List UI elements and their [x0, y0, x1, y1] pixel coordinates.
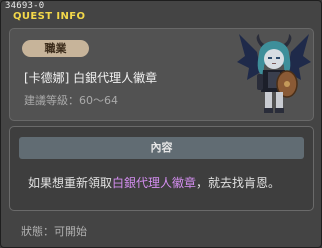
quest-content-panel: 內容 如果想重新領取白銀代理人徽章，就去找肯恩。: [9, 126, 314, 211]
quest-info-window: 34693-0 QUEST INFO 職業 [卡德娜] 白銀代理人徽章 建議等級…: [0, 0, 322, 248]
quest-id: 34693-0: [5, 1, 45, 11]
recommended-level: 建議等級：60～64: [24, 94, 118, 107]
content-text-before: 如果想重新領取: [28, 176, 113, 190]
job-badge: 職業: [22, 40, 89, 57]
content-item-highlight: 白銀代理人徽章: [112, 176, 197, 190]
quest-summary-panel: 職業 [卡德娜] 白銀代理人徽章 建議等級：60～64: [9, 28, 314, 121]
content-text: 如果想重新領取白銀代理人徽章，就去找肯恩。: [28, 174, 280, 191]
content-header: 內容: [19, 137, 304, 159]
window-title: QUEST INFO: [13, 11, 86, 22]
content-text-after: ，就去找肯恩。: [196, 176, 281, 190]
npc-character-icon: [237, 34, 311, 113]
quest-name: [卡德娜] 白銀代理人徽章: [24, 71, 158, 85]
quest-status: 狀態：可開始: [21, 225, 87, 238]
